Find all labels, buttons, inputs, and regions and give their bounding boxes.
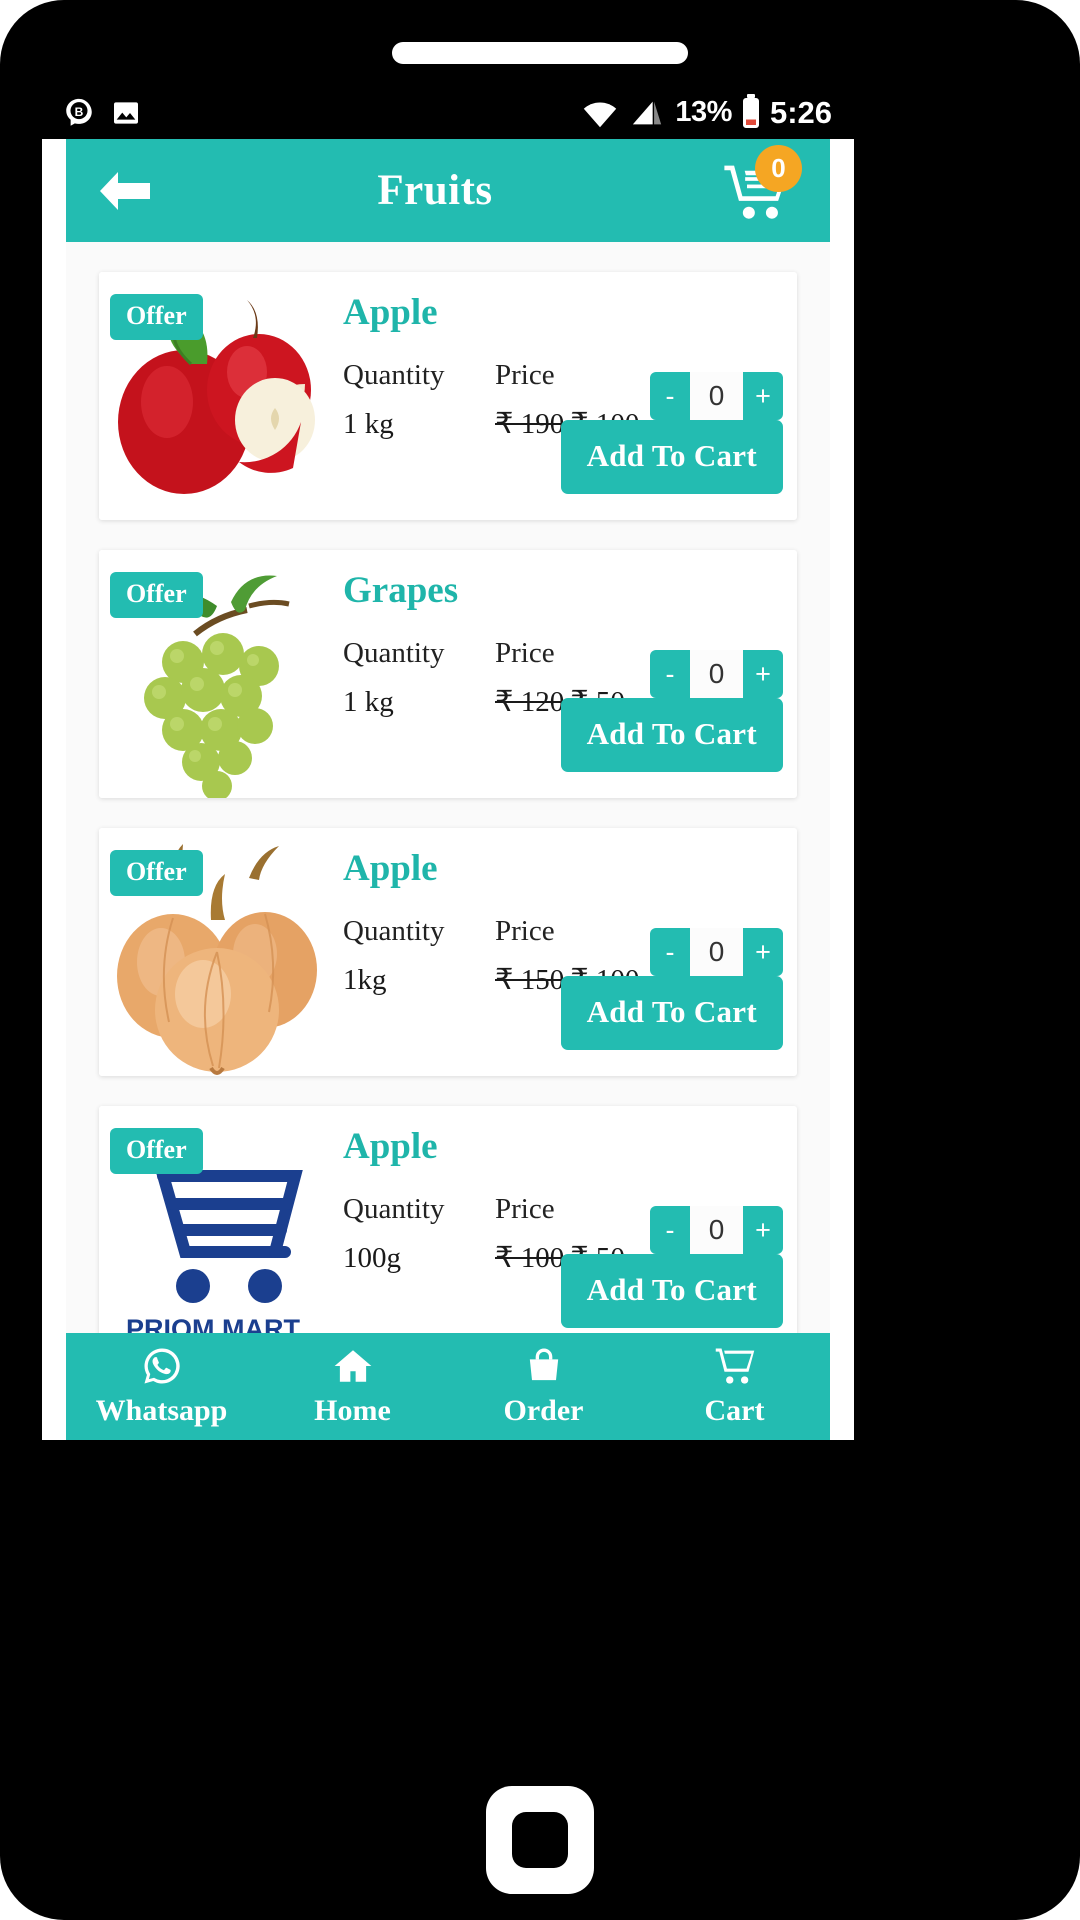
product-details: Apple Quantity 100g Price ₹ 100₹ 50 xyxy=(327,1106,797,1354)
svg-text:B: B xyxy=(75,104,84,118)
product-details: Apple Quantity 1 kg Price ₹ 190₹ 100 xyxy=(327,272,797,520)
home-icon xyxy=(334,1350,371,1382)
page-title: Fruits xyxy=(377,167,493,214)
product-media: Offer xyxy=(99,828,327,1076)
bottom-navigation: Whatsapp Home Order Cart xyxy=(66,1333,830,1440)
signal-icon xyxy=(633,101,662,124)
add-to-cart-button[interactable]: Add To Cart xyxy=(560,1254,783,1328)
nav-item-cart[interactable]: Cart xyxy=(639,1345,830,1428)
product-details: Apple Quantity 1kg Price ₹ 150₹ 100 xyxy=(327,828,797,1076)
offer-badge: Offer xyxy=(110,1128,203,1174)
product-name: Apple xyxy=(343,1126,438,1167)
phone-speaker xyxy=(392,42,688,64)
battery-icon xyxy=(742,97,759,128)
quantity-value: 1 kg xyxy=(343,686,394,719)
phone-frame: B 13% 5:26 Fruits 0 Offer Apple Quantity… xyxy=(0,0,1080,1920)
old-price: ₹ 150 xyxy=(495,964,565,997)
product-name: Apple xyxy=(343,848,438,889)
cart-icon xyxy=(715,1348,754,1384)
product-name: Grapes xyxy=(343,570,459,611)
quantity-label: Quantity xyxy=(343,915,445,947)
battery-percent-label: 13% xyxy=(675,96,732,128)
status-bar-right: 13% 5:26 xyxy=(581,97,832,128)
back-arrow-icon[interactable] xyxy=(96,168,154,214)
quantity-count[interactable]: 0 xyxy=(690,650,743,698)
decrement-button[interactable]: - xyxy=(650,928,690,976)
status-bar-left: B xyxy=(62,96,142,130)
quantity-value: 1 kg xyxy=(343,408,394,441)
offer-badge: Offer xyxy=(110,850,203,896)
decrement-button[interactable]: - xyxy=(650,372,690,420)
product-card[interactable]: Offer Grapes Quantity 1 kg Price ₹ 120₹ … xyxy=(99,550,797,798)
quantity-count[interactable]: 0 xyxy=(690,372,743,420)
nav-label-whatsapp: Whatsapp xyxy=(95,1394,228,1427)
product-card[interactable]: PRIOM MART Offer Apple Quantity 100g Pri… xyxy=(99,1106,797,1354)
cart-badge-count: 0 xyxy=(755,144,802,192)
product-media: PRIOM MART Offer xyxy=(99,1106,327,1354)
increment-button[interactable]: + xyxy=(743,1206,783,1254)
quantity-value: 1kg xyxy=(343,964,387,997)
product-list[interactable]: Offer Apple Quantity 1 kg Price ₹ 190₹ 1… xyxy=(66,242,830,1440)
nav-label-home: Home xyxy=(314,1394,391,1427)
status-bar: B 13% 5:26 xyxy=(42,86,854,139)
header-cart-button[interactable]: 0 xyxy=(722,144,802,221)
add-to-cart-button[interactable]: Add To Cart xyxy=(560,976,783,1050)
whatsapp-icon xyxy=(144,1348,180,1384)
nav-item-whatsapp[interactable]: Whatsapp xyxy=(66,1345,257,1428)
increment-button[interactable]: + xyxy=(743,650,783,698)
nav-item-order[interactable]: Order xyxy=(448,1345,639,1428)
add-to-cart-button[interactable]: Add To Cart xyxy=(560,698,783,772)
quantity-stepper[interactable]: - 0 + xyxy=(650,650,783,698)
quantity-label: Quantity xyxy=(343,1193,445,1225)
quantity-count[interactable]: 0 xyxy=(690,928,743,976)
offer-badge: Offer xyxy=(110,294,203,340)
product-media: Offer xyxy=(99,550,327,798)
decrement-button[interactable]: - xyxy=(650,1206,690,1254)
product-card[interactable]: Offer Apple Quantity 1 kg Price ₹ 190₹ 1… xyxy=(99,272,797,520)
photo-icon xyxy=(114,101,138,124)
increment-button[interactable]: + xyxy=(743,928,783,976)
nav-item-home[interactable]: Home xyxy=(257,1345,448,1428)
wifi-icon xyxy=(584,102,617,127)
app-screen: B 13% 5:26 Fruits 0 Offer Apple Quantity… xyxy=(42,86,854,1440)
home-button-inner xyxy=(512,1812,568,1868)
nav-label-cart: Cart xyxy=(704,1394,765,1427)
increment-button[interactable]: + xyxy=(743,372,783,420)
product-media: Offer xyxy=(99,272,327,520)
offer-badge: Offer xyxy=(110,572,203,618)
quantity-value: 100g xyxy=(343,1242,401,1275)
quantity-stepper[interactable]: - 0 + xyxy=(650,372,783,420)
old-price: ₹ 190 xyxy=(495,408,565,441)
clock-label: 5:26 xyxy=(769,95,832,130)
product-details: Grapes Quantity 1 kg Price ₹ 120₹ 50 xyxy=(327,550,797,798)
old-price: ₹ 100 xyxy=(495,1242,565,1275)
product-name: Apple xyxy=(343,292,438,333)
bag-icon xyxy=(529,1348,558,1381)
messenger-icon: B xyxy=(66,98,92,126)
add-to-cart-button[interactable]: Add To Cart xyxy=(560,420,783,494)
quantity-count[interactable]: 0 xyxy=(690,1206,743,1254)
quantity-stepper[interactable]: - 0 + xyxy=(650,1206,783,1254)
home-button[interactable] xyxy=(486,1786,594,1894)
app-bar: Fruits 0 xyxy=(66,139,830,242)
quantity-stepper[interactable]: - 0 + xyxy=(650,928,783,976)
quantity-label: Quantity xyxy=(343,359,445,391)
old-price: ₹ 120 xyxy=(495,686,565,719)
quantity-label: Quantity xyxy=(343,637,445,669)
product-card[interactable]: Offer Apple Quantity 1kg Price ₹ 150₹ 10… xyxy=(99,828,797,1076)
nav-label-order: Order xyxy=(503,1394,584,1427)
decrement-button[interactable]: - xyxy=(650,650,690,698)
